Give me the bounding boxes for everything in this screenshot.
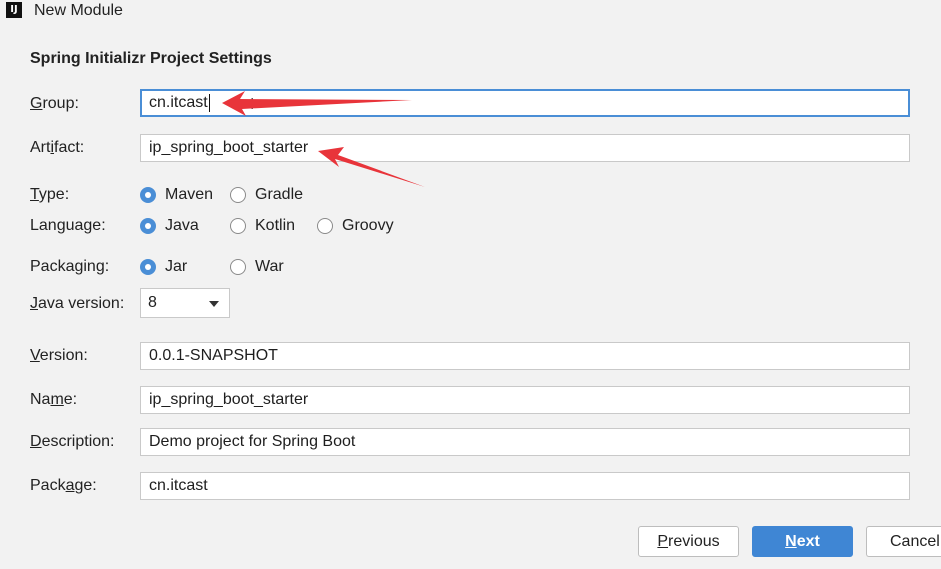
annotation-arrow bbox=[318, 147, 425, 187]
annotation-arrow bbox=[222, 91, 412, 116]
annotation-arrows bbox=[222, 91, 425, 187]
